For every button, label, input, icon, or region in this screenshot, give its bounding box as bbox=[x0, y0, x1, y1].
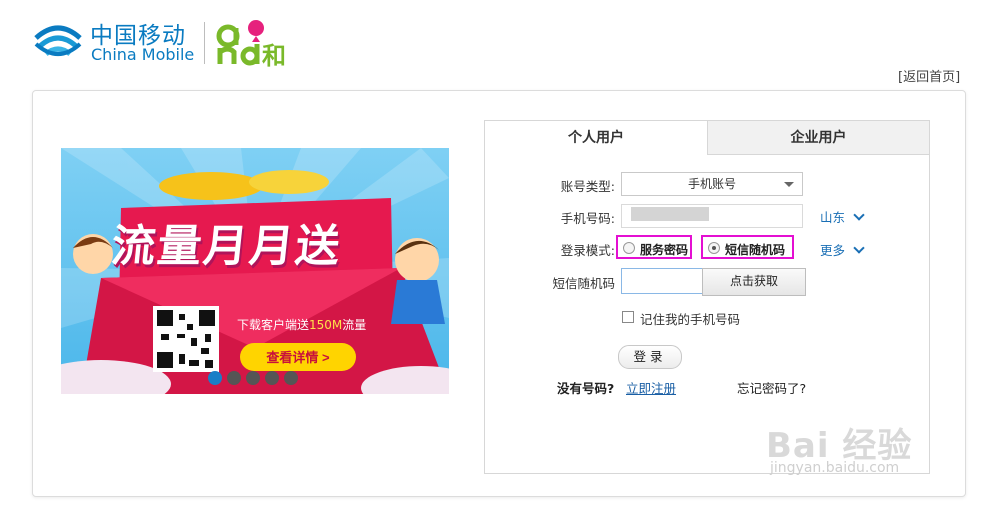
banner-subtitle: 下载客户端送150M流量 bbox=[237, 318, 367, 332]
sms-code-label: 短信随机码 bbox=[552, 276, 615, 291]
mode-sms-code-label: 短信随机码 bbox=[725, 243, 786, 257]
carousel-dot-3[interactable] bbox=[246, 371, 260, 385]
account-type-select[interactable]: 手机账号 bbox=[621, 172, 803, 196]
caret-down-icon bbox=[784, 182, 794, 187]
baidu-watermark-url: jingyan.baidu.com bbox=[770, 460, 900, 476]
radio-sms-code[interactable] bbox=[708, 242, 720, 254]
phone-number-label: 手机号码: bbox=[560, 211, 615, 226]
carousel-dots bbox=[208, 371, 298, 385]
carousel-dot-5[interactable] bbox=[284, 371, 298, 385]
radio-service-password[interactable] bbox=[623, 242, 635, 254]
mode-sms-code[interactable]: 短信随机码 bbox=[701, 235, 794, 259]
tab-enterprise-user[interactable]: 企业用户 bbox=[707, 121, 929, 155]
login-button[interactable]: 登录 bbox=[618, 345, 682, 369]
chevron-down-icon bbox=[853, 209, 865, 221]
phone-number-masked bbox=[631, 207, 709, 221]
carousel-dot-1[interactable] bbox=[208, 371, 222, 385]
banner-title: 流量月月送 bbox=[108, 221, 345, 272]
more-options-link[interactable]: 更多 bbox=[820, 240, 865, 259]
logo-divider bbox=[204, 22, 205, 64]
no-account-text: 没有号码? bbox=[557, 381, 615, 396]
remember-phone-label: 记住我的手机号码 bbox=[640, 312, 741, 327]
mode-service-password-label: 服务密码 bbox=[640, 243, 689, 257]
register-link[interactable]: 立即注册 bbox=[626, 378, 676, 397]
login-mode-label: 登录模式: bbox=[560, 243, 615, 258]
china-mobile-logo-icon bbox=[34, 25, 82, 57]
carousel-dot-2[interactable] bbox=[227, 371, 241, 385]
mode-service-password[interactable]: 服务密码 bbox=[616, 235, 692, 259]
more-label: 更多 bbox=[820, 243, 846, 258]
account-type-value: 手机账号 bbox=[687, 177, 736, 191]
and-logo-icon bbox=[216, 20, 264, 66]
back-home-link[interactable]: [返回首页] bbox=[898, 66, 960, 85]
tab-personal-user[interactable]: 个人用户 bbox=[485, 121, 707, 155]
chevron-down-icon bbox=[853, 242, 865, 254]
account-type-label: 账号类型: bbox=[560, 179, 615, 194]
remember-phone-checkbox[interactable] bbox=[622, 311, 634, 323]
get-sms-code-button[interactable]: 点击获取 bbox=[702, 268, 806, 296]
province-selector[interactable]: 山东 bbox=[820, 207, 865, 226]
province-label: 山东 bbox=[820, 210, 846, 225]
sms-code-input[interactable] bbox=[621, 268, 703, 294]
carousel-dot-4[interactable] bbox=[265, 371, 279, 385]
forgot-password-link[interactable]: 忘记密码了? bbox=[737, 378, 806, 397]
brand-name-en: China Mobile bbox=[91, 45, 195, 64]
view-details-button[interactable]: 查看详情 > bbox=[240, 343, 356, 371]
sub-brand-text: 和 bbox=[262, 42, 286, 70]
